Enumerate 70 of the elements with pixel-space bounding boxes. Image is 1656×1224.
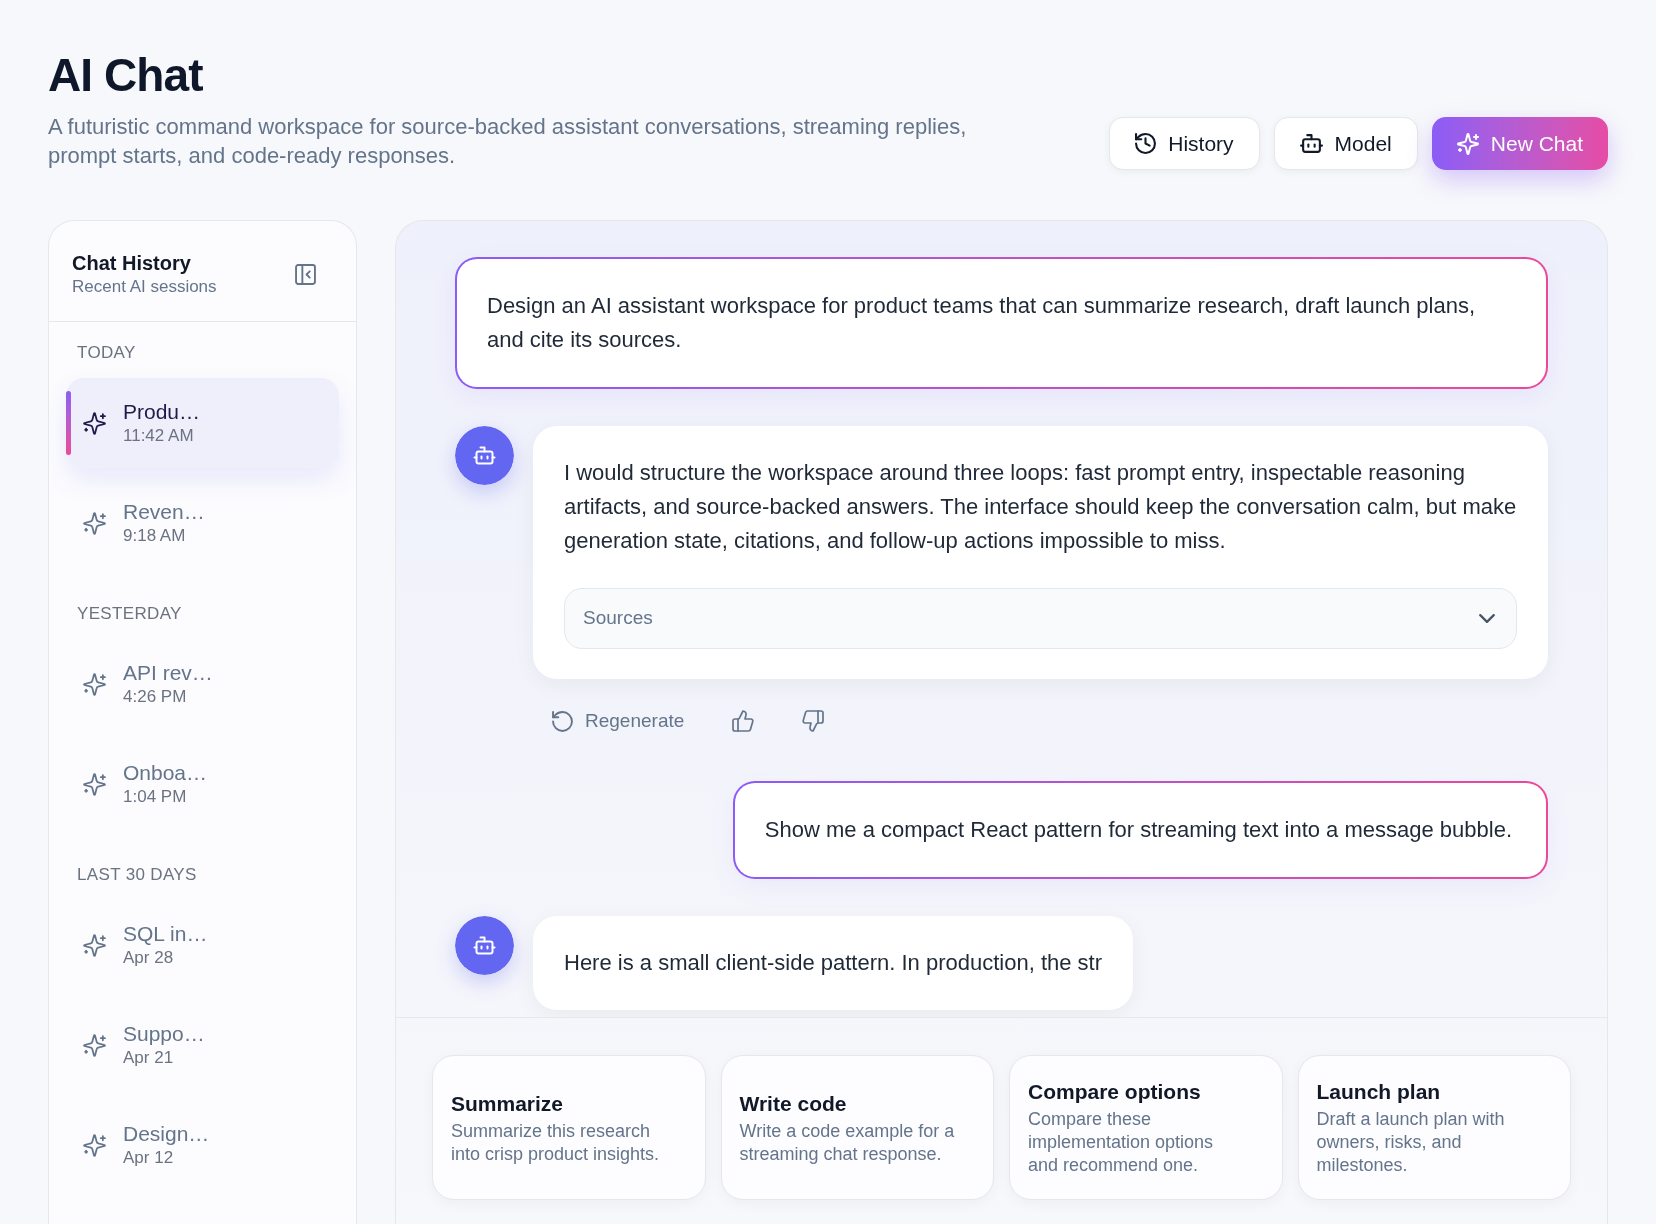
page-title: AI Chat	[48, 48, 204, 102]
prompt-description: Summarize this research into crisp product insights.	[451, 1119, 661, 1166]
prompt-title: Summarize	[451, 1090, 564, 1117]
chat-time: Apr 21	[123, 1047, 175, 1069]
sparkles-icon	[83, 772, 106, 796]
bot-avatar-icon	[455, 916, 514, 975]
chat-history-item[interactable]: SQL in… Apr 28	[66, 900, 339, 990]
thumbs-down-icon	[802, 710, 825, 732]
message-text: Here is a small client-side pattern. In production, the str	[564, 949, 1103, 977]
thumbs-up-icon	[732, 710, 755, 732]
new-chat-button[interactable]: New Chat	[1431, 117, 1608, 170]
section-label: LAST 30 DAYS	[76, 864, 198, 886]
prompt-card[interactable]: Compare options Compare these implementation options and recommend one.	[1009, 1055, 1283, 1200]
chat-history-item[interactable]: Design… Apr 12	[66, 1100, 339, 1190]
regenerate-icon	[552, 710, 573, 732]
message-text: Show me a compact React pattern for streaming text into a message bubble.	[764, 816, 1512, 844]
bot-icon	[1299, 134, 1323, 153]
section-label: YESTERDAY	[76, 603, 183, 625]
history-icon	[1135, 133, 1157, 154]
prompt-title: Compare options	[1028, 1079, 1201, 1105]
chat-history-item[interactable]: API rev… 4:26 PM	[66, 639, 339, 729]
prompt-description: Write a code example for a streaming chat response.	[739, 1119, 956, 1166]
chat-title: Produ…	[123, 399, 201, 425]
regenerate-button[interactable]: Regenerate	[552, 706, 685, 736]
sparkles-icon	[83, 1133, 106, 1157]
chat-time: 9:18 AM	[123, 525, 187, 547]
sparkles-icon	[83, 1033, 106, 1057]
sparkles-icon	[83, 672, 106, 696]
bot-avatar-icon	[455, 426, 514, 485]
chat-history-item[interactable]: Onboa… 1:04 PM	[66, 739, 339, 829]
page-subtitle: A futuristic command workspace for source-backed assistant conversations, streaming replies, prompt starts, and code-ready responses.	[48, 113, 968, 170]
message-text: I would structure the workspace around three loops: fast prompt entry, inspectable reasoning artifacts, and source-backed answers. The interface should keep the conversation calm, but make generation state, citations, and follow-up actions impossible to miss.	[564, 459, 1517, 555]
chat-time: Apr 12	[123, 1147, 175, 1169]
model-button[interactable]: Model	[1273, 117, 1418, 170]
chat-title: Onboa…	[123, 760, 208, 786]
chat-time: 4:26 PM	[123, 686, 188, 708]
sources-dropdown[interactable]: Sources	[564, 588, 1517, 649]
chevron-down-icon	[1479, 614, 1495, 623]
chat-title: Reven…	[123, 499, 205, 525]
chat-title: Suppo…	[123, 1021, 205, 1047]
prompt-title: Write code	[739, 1090, 847, 1117]
prompt-card[interactable]: Write code Write a code example for a streaming chat response.	[720, 1055, 994, 1200]
sparkles-icon	[1456, 132, 1479, 155]
chat-history-item[interactable]: Produ… 11:42 AM	[66, 378, 339, 468]
sidebar-title: Chat History	[72, 251, 192, 276]
chat-title: API rev…	[123, 660, 213, 686]
section-label: TODAY	[76, 342, 137, 364]
sparkles-icon	[83, 511, 106, 535]
chat-title: SQL in…	[123, 921, 208, 947]
prompt-title: Launch plan	[1316, 1079, 1441, 1105]
prompt-description: Compare these implementation options and recommend one.	[1028, 1108, 1215, 1177]
chat-time: Apr 28	[123, 947, 175, 969]
sparkles-icon	[83, 411, 106, 435]
prompt-card[interactable]: Launch plan Draft a launch plan with owners, risks, and milestones.	[1297, 1055, 1571, 1200]
panel-collapse-icon	[295, 263, 316, 285]
chat-history-item[interactable]: Suppo… Apr 21	[66, 1000, 339, 1090]
chat-time: 1:04 PM	[123, 786, 188, 808]
like-button[interactable]	[732, 710, 755, 732]
dislike-button[interactable]	[802, 710, 825, 732]
collapse-sidebar-button[interactable]	[295, 263, 316, 285]
sidebar-subtitle: Recent AI sessions	[72, 276, 217, 298]
active-indicator	[66, 391, 71, 455]
prompt-card[interactable]: Summarize Summarize this research into crisp product insights.	[432, 1055, 706, 1200]
prompt-description: Draft a launch plan with owners, risks, and milestones.	[1316, 1108, 1506, 1177]
chat-time: 11:42 AM	[123, 425, 195, 447]
history-button[interactable]: History	[1109, 117, 1260, 170]
message-text: Design an AI assistant workspace for product teams that can summarize research, draft launch plans, and cite its sources.	[487, 292, 1477, 354]
sparkles-icon	[83, 933, 106, 957]
chat-title: Design…	[123, 1121, 210, 1147]
chat-history-item[interactable]: Reven… 9:18 AM	[66, 478, 339, 568]
